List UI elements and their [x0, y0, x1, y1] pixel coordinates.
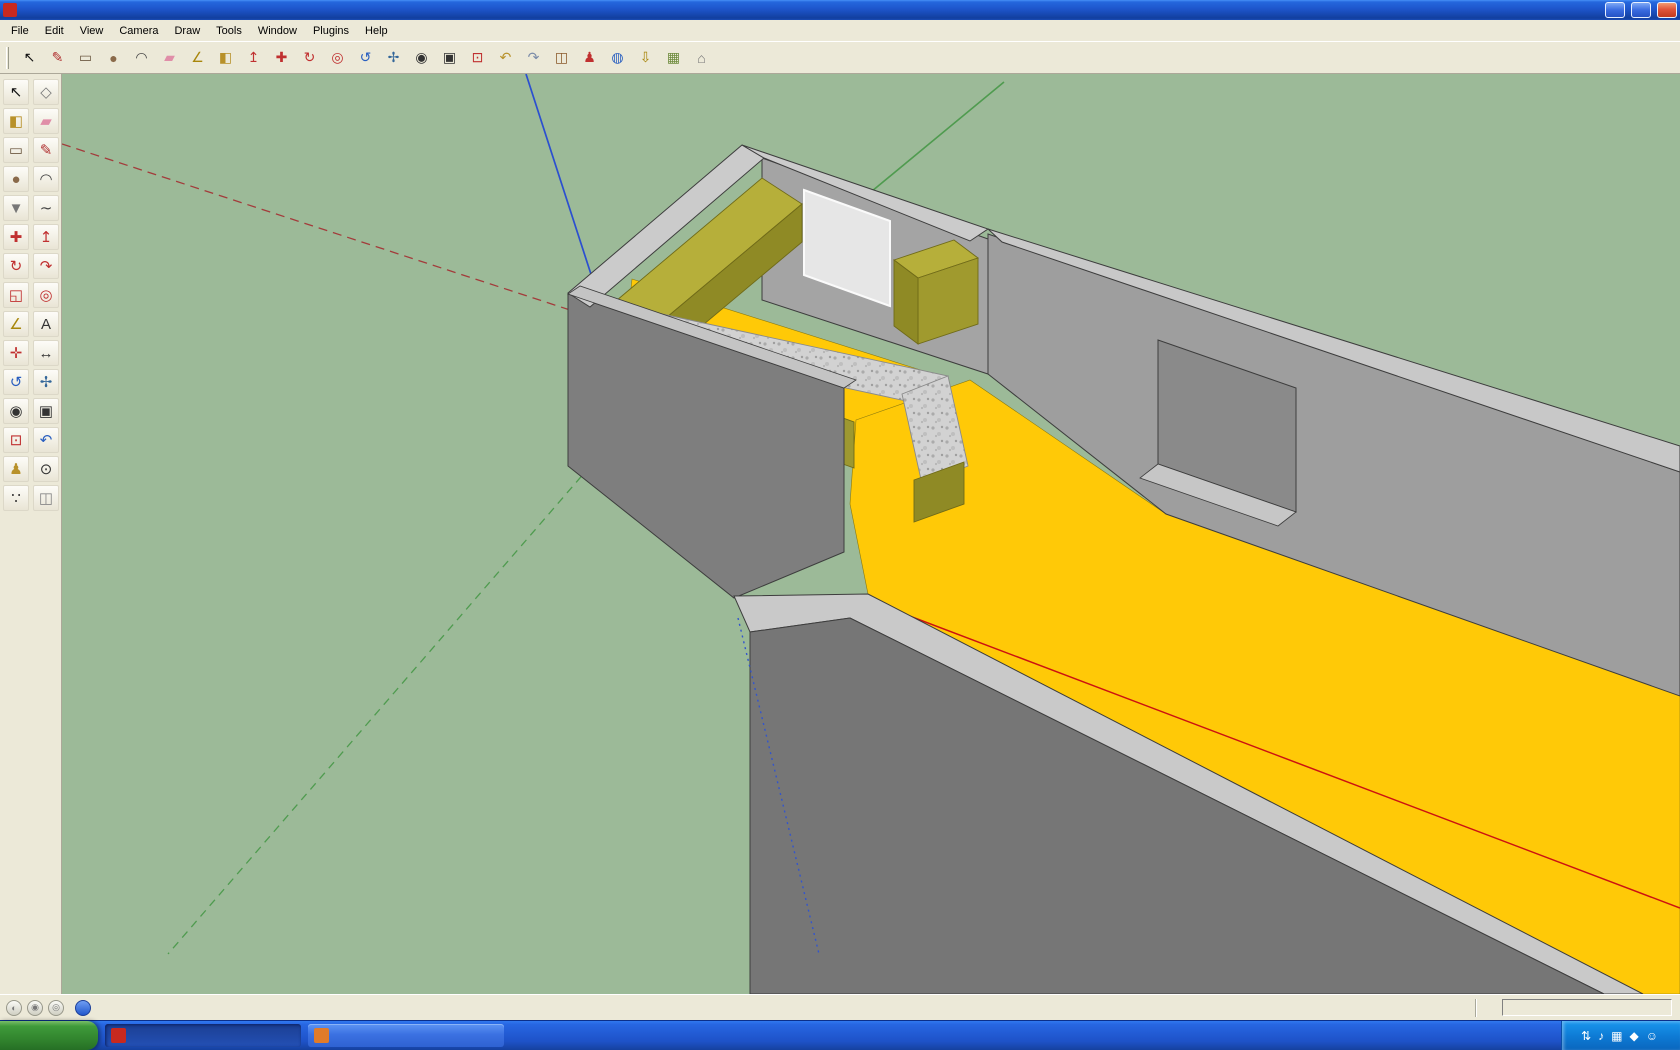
dimension-tool-icon[interactable]: ↔ — [33, 340, 59, 366]
offset-tool-icon[interactable]: ◎ — [33, 282, 59, 308]
push-pull-tool-icon[interactable]: ↥ — [33, 224, 59, 250]
start-button[interactable] — [0, 1021, 98, 1050]
google-earth-icon[interactable]: ◍ — [605, 45, 630, 70]
menu-view[interactable]: View — [72, 22, 112, 40]
walk-tool-icon[interactable]: ∵ — [3, 485, 29, 511]
paint-bucket-icon[interactable]: ◧ — [3, 108, 29, 134]
pan-tool-icon[interactable]: ✢ — [33, 369, 59, 395]
scale-tool-icon[interactable]: ◱ — [3, 282, 29, 308]
rectangle-tool-icon[interactable]: ▭ — [3, 137, 29, 163]
eraser-icon[interactable]: ▰ — [33, 108, 59, 134]
select-tool-icon[interactable]: ↖ — [17, 45, 42, 70]
taskbar-task-octane-forum[interactable] — [308, 1024, 504, 1047]
3d-viewport[interactable] — [62, 74, 1680, 994]
zoom-window-icon[interactable]: ▣ — [33, 398, 59, 424]
next-view-icon[interactable]: ↷ — [521, 45, 546, 70]
previous-view-icon[interactable]: ↶ — [33, 427, 59, 453]
circle-tool-icon[interactable]: ● — [101, 45, 126, 70]
measurements-input[interactable] — [1502, 999, 1672, 1016]
tape-measure-icon[interactable]: ∠ — [3, 311, 29, 337]
menu-file[interactable]: File — [3, 22, 37, 40]
toolbar-grip — [6, 46, 9, 69]
rectangle-tool-icon[interactable]: ▭ — [73, 45, 98, 70]
sketchup-task-icon — [111, 1028, 126, 1043]
move-tool-icon[interactable]: ✚ — [269, 45, 294, 70]
place-model-icon[interactable]: ⌂ — [689, 45, 714, 70]
menu-draw[interactable]: Draw — [166, 22, 208, 40]
orbit-tool-icon[interactable]: ↺ — [3, 369, 29, 395]
browser-task-icon — [314, 1028, 329, 1043]
main-area: ↖ ◇ ◧ ▰ ▭ ✎ ● ◠ ▼ ∼ ✚ ↥ ↻ ↷ ◱ ◎ ∠ A ✛ ↔ ↺ ✢ ◉ ▣ ⊡ ↶ ♟ ⊙ ∵ ◫ — [0, 74, 1680, 994]
line-tool-icon[interactable]: ✎ — [33, 137, 59, 163]
zoom-tool-icon[interactable]: ◉ — [409, 45, 434, 70]
minimize-button[interactable] — [1605, 2, 1625, 18]
zoom-window-icon[interactable]: ▣ — [437, 45, 462, 70]
taskbar: ⇅ ♪ ▦ ◆ ☺ — [0, 1020, 1680, 1050]
status-divider — [1475, 998, 1476, 1017]
follow-me-tool-icon[interactable]: ↷ — [33, 253, 59, 279]
help-icon[interactable] — [75, 999, 91, 1016]
offset-tool-icon[interactable]: ◎ — [325, 45, 350, 70]
system-tray: ⇅ ♪ ▦ ◆ ☺ — [1561, 1021, 1680, 1050]
menu-edit[interactable]: Edit — [37, 22, 72, 40]
menu-help[interactable]: Help — [357, 22, 396, 40]
line-tool-icon[interactable]: ✎ — [45, 45, 70, 70]
look-around-icon[interactable]: ⊙ — [33, 456, 59, 482]
move-tool-icon[interactable]: ✚ — [3, 224, 29, 250]
position-camera-icon[interactable]: ♟ — [3, 456, 29, 482]
network-icon[interactable]: ⇅ — [1581, 1030, 1591, 1042]
rotate-tool-icon[interactable]: ↻ — [3, 253, 29, 279]
section-plane-icon[interactable]: ◫ — [549, 45, 574, 70]
eraser-icon[interactable]: ▰ — [157, 45, 182, 70]
antivirus-icon[interactable]: ◆ — [1630, 1030, 1639, 1042]
toggle-terrain-icon[interactable]: ▦ — [661, 45, 686, 70]
make-component-icon[interactable]: ◇ — [33, 79, 59, 105]
tape-measure-icon[interactable]: ∠ — [185, 45, 210, 70]
status-bar: ◐ ◉ ◎ — [0, 994, 1680, 1020]
orbit-tool-icon[interactable]: ↺ — [353, 45, 378, 70]
volume-icon[interactable]: ♪ — [1598, 1030, 1604, 1042]
text-tool-icon[interactable]: A — [33, 311, 59, 337]
credit-icon[interactable]: ◉ — [27, 999, 43, 1016]
select-tool-icon[interactable]: ↖ — [3, 79, 29, 105]
menu-plugins[interactable]: Plugins — [305, 22, 357, 40]
get-current-view-icon[interactable]: ⇩ — [633, 45, 658, 70]
axes-tool-icon[interactable]: ✛ — [3, 340, 29, 366]
rotate-tool-icon[interactable]: ↻ — [297, 45, 322, 70]
display-icon[interactable]: ▦ — [1611, 1030, 1622, 1042]
main-toolbar: ↖ ✎ ▭ ● ◠ ▰ ∠ ◧ ↥ ✚ ↻ ◎ ↺ ✢ ◉ ▣ ⊡ ↶ ↷ ◫ ♟ ◍ ⇩ ▦ ⌂ — [0, 42, 1680, 74]
close-button[interactable] — [1657, 2, 1677, 18]
section-plane-icon[interactable]: ◫ — [33, 485, 59, 511]
menu-camera[interactable]: Camera — [111, 22, 166, 40]
zoom-extents-icon[interactable]: ⊡ — [465, 45, 490, 70]
polygon-tool-icon[interactable]: ▼ — [3, 195, 29, 221]
arc-tool-icon[interactable]: ◠ — [129, 45, 154, 70]
messenger-icon[interactable]: ☺ — [1646, 1030, 1658, 1042]
zoom-extents-icon[interactable]: ⊡ — [3, 427, 29, 453]
tool-palette: ↖ ◇ ◧ ▰ ▭ ✎ ● ◠ ▼ ∼ ✚ ↥ ↻ ↷ ◱ ◎ ∠ A ✛ ↔ ↺ ✢ ◉ ▣ ⊡ ↶ ♟ ⊙ ∵ ◫ — [0, 74, 62, 994]
paint-bucket-icon[interactable]: ◧ — [213, 45, 238, 70]
circle-tool-icon[interactable]: ● — [3, 166, 29, 192]
maximize-button[interactable] — [1631, 2, 1651, 18]
sketchup-app-icon — [3, 3, 17, 17]
sign-in-icon[interactable]: ◎ — [48, 999, 64, 1016]
menu-tools[interactable]: Tools — [208, 22, 250, 40]
pan-tool-icon[interactable]: ✢ — [381, 45, 406, 70]
freehand-tool-icon[interactable]: ∼ — [33, 195, 59, 221]
taskbar-task-sketchup[interactable] — [105, 1024, 301, 1047]
geo-location-icon[interactable]: ◐ — [6, 999, 22, 1016]
previous-view-icon[interactable]: ↶ — [493, 45, 518, 70]
arc-tool-icon[interactable]: ◠ — [33, 166, 59, 192]
push-pull-tool-icon[interactable]: ↥ — [241, 45, 266, 70]
viewport-panel — [62, 74, 1680, 994]
menu-bar: File Edit View Camera Draw Tools Window Plugins… — [0, 20, 1680, 42]
menu-window[interactable]: Window — [250, 22, 305, 40]
zoom-tool-icon[interactable]: ◉ — [3, 398, 29, 424]
add-location-icon[interactable]: ♟ — [577, 45, 602, 70]
title-bar — [0, 0, 1680, 20]
